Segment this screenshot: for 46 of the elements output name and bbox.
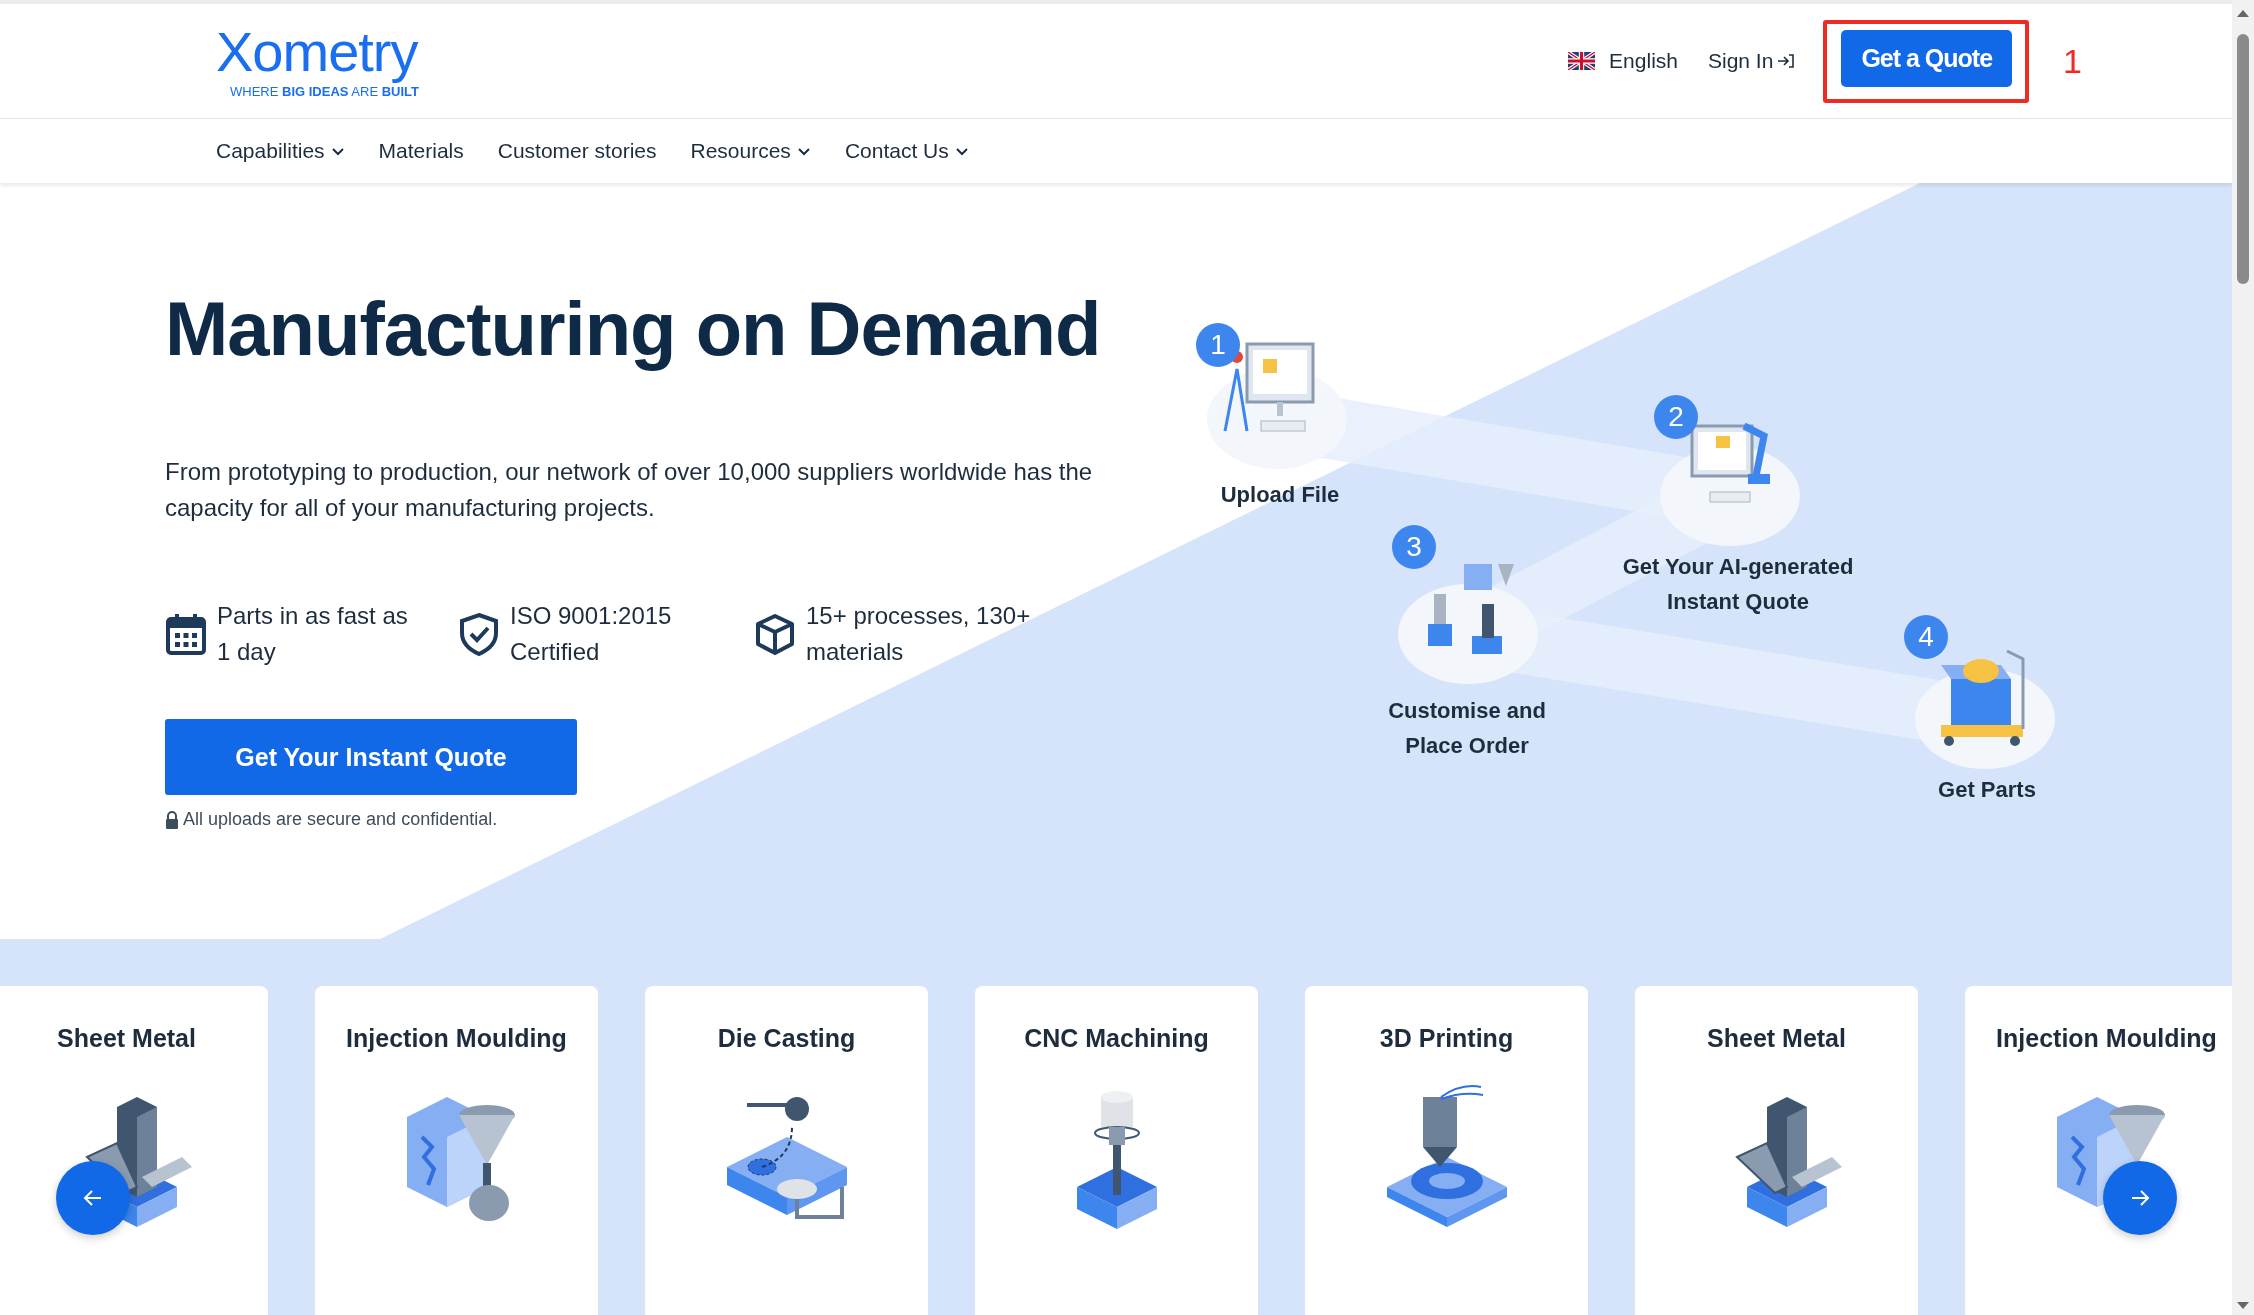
logo-tagline: WHERE BIG IDEAS ARE BUILT	[230, 83, 420, 99]
cube-icon	[754, 612, 796, 656]
hero-description: From prototyping to production, our network of over 10,000 suppliers worldwide has the capacity for all of your manufacturing projects.	[165, 457, 1094, 523]
card-title: Sheet Metal	[1707, 1024, 1846, 1053]
card-title: Injection Moulding	[1996, 1024, 2217, 1053]
security-note: All uploads are secure and confidential.	[183, 809, 498, 830]
process-card[interactable]: Injection Moulding	[1965, 986, 2232, 1315]
annotation-number: 1	[2063, 41, 2082, 81]
hero-title: Manufacturing on Demand	[165, 285, 1102, 373]
scroll-down-icon[interactable]	[2236, 1301, 2250, 1311]
nav-link[interactable]: Contact Us	[844, 139, 969, 163]
shield-check-icon	[458, 612, 500, 656]
card-title: CNC Machining	[1024, 1024, 1209, 1053]
calendar-icon	[165, 612, 207, 656]
step-number: 1	[1196, 323, 1240, 367]
nav-link[interactable]: Materials	[378, 139, 464, 163]
step-label: Get Parts	[1938, 776, 2036, 804]
step-label: Upload File	[1220, 481, 1340, 509]
feature-text: ISO 9001:2015 Certified	[510, 601, 672, 667]
card-title: 3D Printing	[1379, 1024, 1514, 1053]
process-card[interactable]: CNC Machining	[975, 986, 1258, 1315]
feature-text: 15+ processes, 130+ materials	[806, 601, 1031, 667]
flag-icon	[1568, 52, 1596, 70]
process-card[interactable]: Die Casting	[645, 986, 928, 1315]
step-label: Get Your AI-generated Instant Quote	[1622, 553, 1854, 616]
card-title: Die Casting	[717, 1024, 856, 1053]
get-quote-button[interactable]: Get a Quote	[1841, 29, 2013, 87]
sign-in-icon	[1777, 53, 1796, 69]
feature-text: Parts in as fast as 1 day	[217, 601, 408, 667]
scrollbar[interactable]	[2232, 0, 2254, 1315]
card-title: Injection Moulding	[346, 1024, 567, 1053]
lock-icon	[165, 810, 179, 829]
process-card[interactable]: 3D Printing	[1305, 986, 1588, 1315]
scroll-up-icon[interactable]	[2236, 8, 2250, 18]
process-card[interactable]: Sheet Metal	[1635, 986, 1918, 1315]
card-title: Sheet Metal	[57, 1024, 196, 1053]
process-card[interactable]: Sheet Metal	[0, 986, 268, 1315]
nav-link[interactable]: Customer stories	[497, 139, 657, 163]
scrollbar-thumb[interactable]	[2237, 34, 2249, 284]
process-card[interactable]: Injection Moulding	[315, 986, 598, 1315]
nav-link[interactable]: Capabilities	[216, 139, 345, 163]
language-link[interactable]: English	[1609, 49, 1678, 73]
nav-link[interactable]: Resources	[690, 139, 811, 163]
step-label: Customise and Place Order	[1388, 697, 1546, 760]
sign-in-link[interactable]: Sign In	[1708, 49, 1796, 73]
instant-quote-button[interactable]: Get Your Instant Quote	[165, 719, 577, 795]
